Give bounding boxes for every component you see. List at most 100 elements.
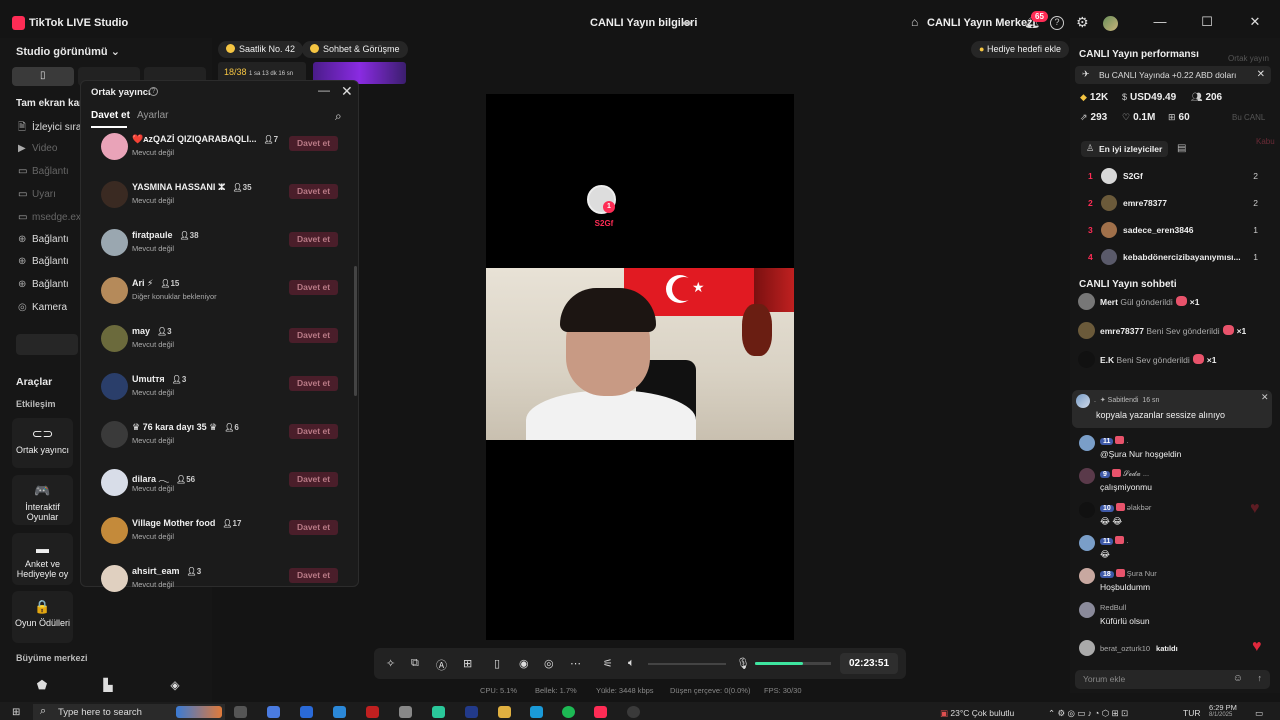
home-icon[interactable]: ⌂ bbox=[911, 15, 918, 29]
avatar[interactable] bbox=[101, 325, 128, 352]
shield-icon[interactable]: ⬟ bbox=[32, 678, 52, 694]
gift-message[interactable]: Mert Gül gönderildi ×1 bbox=[1078, 293, 1268, 313]
chat-message[interactable]: 18 Şura Nur Hoşbuldumm bbox=[1079, 568, 1269, 598]
copilot-icon[interactable] bbox=[267, 706, 280, 718]
invite-button[interactable]: Davet et bbox=[289, 232, 338, 247]
add-source-button[interactable] bbox=[16, 334, 78, 355]
chat-meet-chip[interactable]: Sohbet & Görüşme bbox=[302, 41, 408, 58]
gear-icon[interactable]: ⚙ bbox=[1076, 14, 1089, 31]
record-icon[interactable]: ◉ bbox=[519, 657, 529, 670]
edge-icon[interactable] bbox=[333, 706, 346, 718]
avatar[interactable] bbox=[101, 373, 128, 400]
source-item[interactable]: ◎ Kamera bbox=[18, 302, 67, 313]
avatar[interactable] bbox=[1103, 16, 1118, 31]
avatar[interactable] bbox=[101, 421, 128, 448]
store-icon[interactable] bbox=[300, 706, 313, 718]
task-view-icon[interactable] bbox=[234, 706, 247, 718]
more-icon[interactable]: ⋯ bbox=[570, 657, 581, 670]
invite-button[interactable]: Davet et bbox=[289, 328, 338, 343]
invite-button[interactable]: Davet et bbox=[289, 520, 338, 535]
pinned-message[interactable]: . ✦ Sabitlendi 16 sn kopyala yazanlar se… bbox=[1072, 390, 1272, 428]
clock-date[interactable]: 8/1/2025 bbox=[1209, 712, 1232, 718]
ai-icon[interactable]: Ⓐ bbox=[436, 657, 447, 673]
tray-icons[interactable]: ⌃ ⚙ ◎ ▭ ♪ ◔ ⬡ ⊞ ⊡ bbox=[1048, 708, 1128, 719]
hourly-rank-chip[interactable]: Saatlik No. 42 bbox=[218, 41, 304, 58]
studio-view-dropdown[interactable]: Studio görünümü ⌄ bbox=[16, 45, 120, 58]
obs-icon[interactable] bbox=[627, 706, 640, 718]
chart-icon[interactable]: ▙ bbox=[98, 678, 118, 694]
language-indicator[interactable]: TUR bbox=[1183, 708, 1200, 718]
tab-invite[interactable]: Davet et bbox=[91, 110, 130, 121]
source-item[interactable]: ⊕ Bağlantı bbox=[18, 256, 69, 267]
source-item[interactable]: 🗎 İzleyici sıral bbox=[18, 120, 84, 137]
compass-icon[interactable]: ◈ bbox=[165, 678, 185, 694]
top-viewer-row[interactable]: 4 kebabdönercizibayanıymısı... 1 bbox=[1088, 249, 1266, 267]
app-blue-icon[interactable] bbox=[465, 706, 478, 718]
tool-card[interactable]: 🔒 Oyun Ödülleri bbox=[12, 591, 73, 643]
invite-button[interactable]: Davet et bbox=[289, 136, 338, 151]
avatar[interactable] bbox=[101, 565, 128, 592]
top-viewer-row[interactable]: 2 emre78377 2 bbox=[1088, 195, 1266, 213]
send-icon[interactable]: ↑ bbox=[1258, 673, 1263, 683]
maximize-button[interactable]: ☐ bbox=[1197, 14, 1217, 32]
tool-card[interactable]: 🎮 İnteraktif Oyunlar bbox=[12, 475, 73, 525]
notifications-icon[interactable]: ▭ bbox=[1255, 708, 1263, 719]
close-icon[interactable]: ✕ bbox=[341, 83, 353, 100]
chat-message[interactable]: 9 𝓢𝓮𝓭𝓪 ... çalışmiyonmu bbox=[1079, 468, 1269, 498]
chat-message[interactable]: RedBull Küfürlü olsun bbox=[1079, 602, 1269, 632]
close-icon[interactable]: ✕ bbox=[1261, 392, 1269, 403]
tab-list-icon[interactable]: ▤ bbox=[1177, 143, 1186, 154]
avatar[interactable] bbox=[101, 517, 128, 544]
top-viewer-row[interactable]: 1 S2Gf 2 bbox=[1088, 168, 1266, 186]
invite-button[interactable]: Davet et bbox=[289, 472, 338, 487]
microphone-icon[interactable]: 🎙︎ bbox=[736, 657, 750, 670]
minimize-button[interactable]: — bbox=[1150, 14, 1170, 32]
add-media-icon[interactable]: ⊞ bbox=[463, 657, 472, 670]
close-icon[interactable]: ✕ bbox=[1257, 69, 1265, 80]
avatar[interactable] bbox=[101, 229, 128, 256]
phone-icon[interactable]: ▯ bbox=[494, 657, 500, 670]
speaker-icon[interactable]: 🔈︎ bbox=[628, 657, 635, 670]
app-gray-icon[interactable] bbox=[399, 706, 412, 718]
chat-message[interactable]: 11. @Şura Nur hoşgeldin bbox=[1079, 435, 1269, 465]
chat-message[interactable]: 10 əlakbər 😂 😂 bbox=[1079, 502, 1269, 532]
gift-message[interactable]: E.K Beni Sev gönderildi ×1 bbox=[1078, 351, 1268, 371]
magic-icon[interactable]: ✧ bbox=[386, 657, 395, 670]
source-item[interactable]: ▭ Uyarı bbox=[18, 189, 56, 200]
file-explorer-icon[interactable] bbox=[498, 706, 511, 718]
invite-button[interactable]: Davet et bbox=[289, 280, 338, 295]
avatar[interactable] bbox=[101, 133, 128, 160]
source-item[interactable]: ▭ Bağlantı bbox=[18, 166, 69, 177]
top-viewer-row[interactable]: 3 sadece_eren3846 1 bbox=[1088, 222, 1266, 240]
settings-sliders-icon[interactable]: ⚟ bbox=[603, 657, 613, 670]
emoji-icon[interactable]: ☺ bbox=[1233, 673, 1243, 684]
chat-message[interactable]: berat_ozturk10 katıldı bbox=[1079, 640, 1269, 670]
spotify-icon[interactable] bbox=[562, 706, 575, 718]
avatar[interactable] bbox=[101, 469, 128, 496]
portrait-mode-button[interactable]: ▯ bbox=[12, 67, 74, 86]
tool-card[interactable]: ⊂⊃ Ortak yayıncı bbox=[12, 418, 73, 468]
search-icon[interactable]: ⌕ bbox=[335, 109, 342, 124]
invite-button[interactable]: Davet et bbox=[289, 376, 338, 391]
invite-button[interactable]: Davet et bbox=[289, 424, 338, 439]
effects-icon[interactable]: ⧉ bbox=[411, 657, 419, 670]
source-item[interactable]: ▭ msedge.exe bbox=[18, 212, 86, 223]
app-red-icon[interactable] bbox=[366, 706, 379, 718]
minimize-icon[interactable]: — bbox=[318, 83, 330, 97]
source-item[interactable]: ▶ Video bbox=[18, 143, 57, 154]
camera-switch-icon[interactable]: ◎ bbox=[544, 657, 554, 670]
tiktok-studio-icon[interactable] bbox=[594, 706, 607, 718]
avatar[interactable] bbox=[101, 277, 128, 304]
weather-status[interactable]: ▣ 23°C Çok bulutlu bbox=[940, 708, 1014, 719]
windows-start-icon[interactable]: ⊞ bbox=[12, 707, 20, 718]
source-item[interactable]: ⊕ Bağlantı bbox=[18, 279, 69, 290]
invite-button[interactable]: Davet et bbox=[289, 184, 338, 199]
avatar[interactable] bbox=[101, 181, 128, 208]
invite-button[interactable]: Davet et bbox=[289, 568, 338, 583]
share-icon[interactable]: ➦ bbox=[682, 16, 692, 30]
comment-input[interactable]: Yorum ekle ☺ ↑ bbox=[1075, 670, 1270, 689]
scrollbar[interactable] bbox=[354, 266, 357, 396]
source-item[interactable]: ⊕ Bağlantı bbox=[18, 234, 69, 245]
tab-settings[interactable]: Ayarlar bbox=[137, 110, 169, 121]
gift-goal-button[interactable]: ● Hediye hedefi ekle bbox=[971, 41, 1070, 58]
